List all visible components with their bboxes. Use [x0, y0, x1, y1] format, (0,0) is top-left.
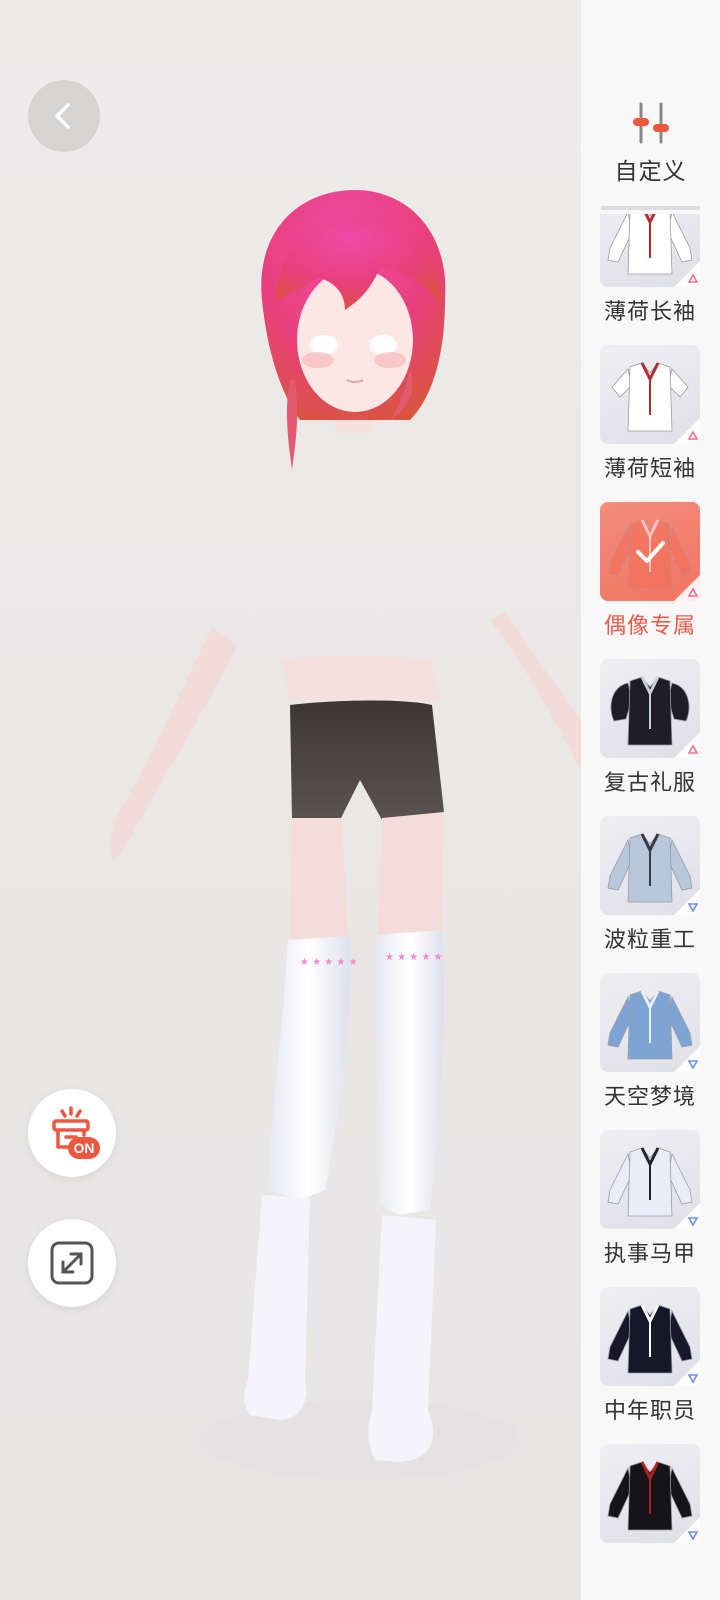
customize-label: 自定义 [614, 159, 687, 185]
outfit-item[interactable]: 偶像专属 [600, 502, 700, 652]
outfit-label: 波粒重工 [603, 928, 696, 953]
outfit-label: 中年职员 [603, 1399, 696, 1424]
rarity-badge-icon [674, 1046, 700, 1072]
outfit-thumbnail [600, 502, 700, 601]
wardrobe-badge: ON [74, 1140, 95, 1156]
outfit-item[interactable]: 波粒重工 [600, 816, 700, 966]
sliders-icon [632, 102, 669, 144]
rarity-badge-icon [674, 261, 700, 287]
outfit-label: 薄荷长袖 [603, 300, 696, 325]
rarity-badge-icon [674, 889, 700, 915]
outfit-item[interactable]: 中年职员 [600, 1287, 700, 1437]
outfit-thumbnail [600, 816, 700, 915]
outfit-thumbnail [600, 973, 700, 1072]
outfit-thumbnail [600, 1130, 700, 1229]
outfit-label: 薄荷短袖 [603, 457, 696, 482]
expand-icon [50, 1241, 94, 1285]
outfit-thumbnail [600, 214, 700, 287]
outfit-item[interactable]: 执事马甲 [600, 1130, 700, 1280]
outfit-item[interactable] [600, 1444, 700, 1594]
outfit-label: 复古礼服 [603, 771, 696, 796]
rarity-badge-icon [674, 1360, 700, 1386]
outfit-list[interactable]: 薄荷长袖薄荷短袖偶像专属复古礼服波粒重工天空梦境执事马甲中年职员 [581, 214, 720, 1600]
wardrobe-on-icon: ON [52, 1106, 100, 1159]
outfit-thumbnail [600, 1444, 700, 1543]
fullscreen-button[interactable] [28, 1219, 116, 1307]
rarity-badge-icon [674, 418, 700, 444]
rarity-badge-icon [674, 575, 700, 601]
outfit-thumbnail [600, 1287, 700, 1386]
check-icon [636, 541, 665, 563]
svg-text:★ ★ ★ ★ ★: ★ ★ ★ ★ ★ [385, 952, 443, 963]
outfit-label: 天空梦境 [603, 1085, 696, 1110]
outfit-thumbnail [600, 345, 700, 444]
svg-text:★ ★ ★ ★ ★: ★ ★ ★ ★ ★ [300, 957, 358, 968]
customize-button[interactable]: 自定义 [581, 100, 720, 190]
avatar-figure: ★ ★ ★ ★ ★ ★ ★ ★ ★ ★ [110, 190, 581, 1480]
outfit-item[interactable]: 天空梦境 [600, 973, 700, 1123]
outfit-label: 执事马甲 [603, 1242, 696, 1267]
avatar-preview[interactable]: ★ ★ ★ ★ ★ ★ ★ ★ ★ ★ ON [0, 0, 581, 1600]
outfit-panel: 自定义 薄荷长袖薄荷短袖偶像专属复古礼服波粒重工天空梦境执事马甲中年职员 [581, 0, 720, 1600]
outfit-label: 偶像专属 [603, 614, 696, 639]
back-button[interactable] [28, 80, 100, 152]
panel-divider [601, 206, 700, 210]
rarity-badge-icon [674, 1517, 700, 1543]
outfit-item[interactable]: 薄荷长袖 [600, 214, 700, 338]
chevron-left-icon [55, 103, 70, 129]
outfit-item[interactable]: 复古礼服 [600, 659, 700, 809]
rarity-badge-icon [674, 1203, 700, 1229]
outfit-item[interactable]: 薄荷短袖 [600, 345, 700, 495]
wardrobe-toggle-button[interactable]: ON [28, 1089, 116, 1177]
outfit-thumbnail [600, 659, 700, 758]
rarity-badge-icon [674, 732, 700, 758]
